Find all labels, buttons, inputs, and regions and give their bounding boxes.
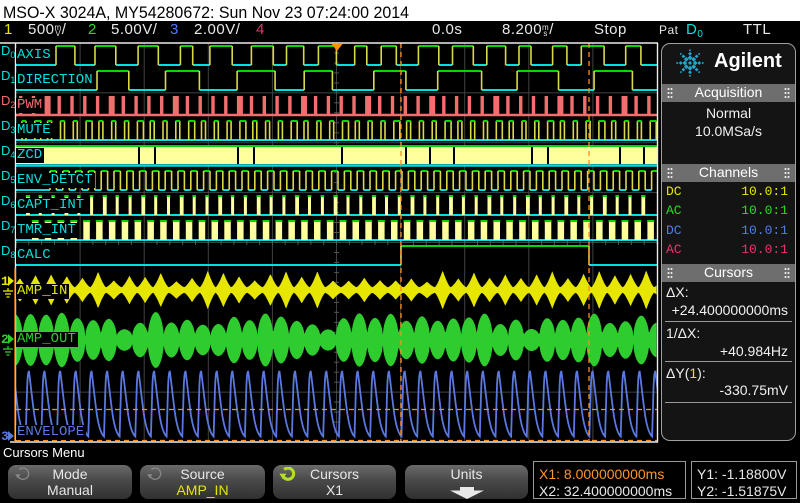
svg-text:1: 1 (1, 274, 9, 289)
svg-text:3: 3 (1, 429, 9, 444)
svg-text:2: 2 (1, 332, 9, 347)
